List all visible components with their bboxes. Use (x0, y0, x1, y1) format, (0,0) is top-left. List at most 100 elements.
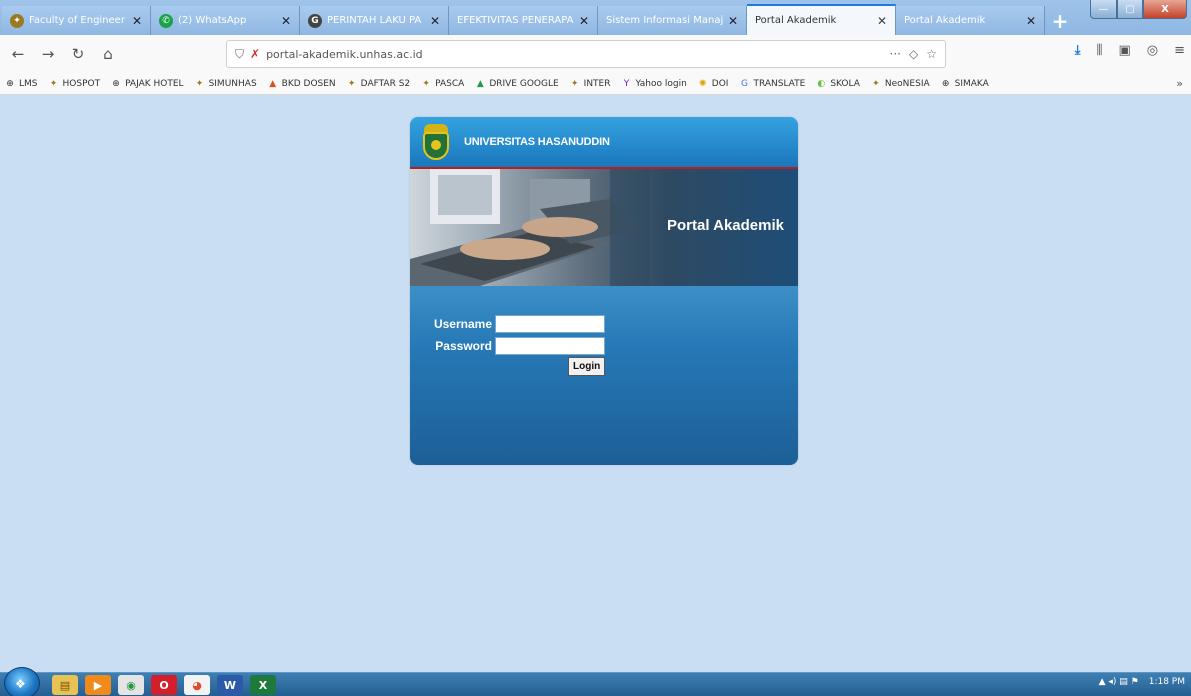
url-actions: ··· ◇ ☆ (890, 47, 937, 61)
bookmark-item[interactable]: ▲ BKD DOSEN (267, 78, 336, 90)
extension-icon[interactable]: ◎ (1147, 43, 1158, 58)
back-arrow-icon[interactable]: ← (6, 42, 30, 66)
tab-title: Portal Akademik (755, 15, 837, 26)
username-row: Username (410, 315, 605, 333)
page-actions-icon[interactable]: ··· (890, 47, 901, 61)
browser-tab[interactable]: ✆ (2) WhatsApp ✕ (151, 6, 300, 35)
browser-tab[interactable]: EFEKTIVITAS PENERAPA ✕ (449, 6, 598, 35)
university-crest-icon (422, 124, 450, 160)
bookmark-item[interactable]: ⊕ LMS (4, 78, 38, 90)
bookmark-item[interactable]: ✦ PASCA (420, 78, 464, 90)
tab-close-icon[interactable]: ✕ (577, 14, 591, 28)
url-text[interactable]: portal-akademik.unhas.ac.id (266, 48, 889, 61)
bookmark-label: DOI (711, 78, 729, 89)
bookmark-item[interactable]: ◐ SKOLA (815, 78, 860, 90)
taskbar-app-icon[interactable]: X (250, 675, 276, 695)
bookmark-label: DRIVE GOOGLE (489, 78, 559, 89)
bookmark-favicon-icon: ▲ (476, 78, 484, 89)
navigation-bar: ← → ↻ ⌂ ⛉ ✗ portal-akademik.unhas.ac.id … (0, 35, 1191, 73)
bookmark-label: BKD DOSEN (281, 78, 336, 89)
browser-tab[interactable]: Portal Akademik ✕ (896, 6, 1045, 35)
taskbar-app-icon[interactable]: W (217, 675, 243, 695)
bookmark-favicon-icon: ⊕ (6, 78, 14, 89)
portal-header: UNIVERSITAS HASANUDDIN (410, 117, 798, 169)
username-label: Username (433, 317, 492, 331)
browser-tab[interactable]: Sistem Informasi Manaj ✕ (598, 6, 747, 35)
page-content: UNIVERSITAS HASANUDDIN Portal Akademik U… (0, 95, 1191, 656)
username-input[interactable] (495, 315, 605, 333)
bookmark-favicon-icon: ✦ (49, 78, 58, 89)
tab-close-icon[interactable]: ✕ (279, 14, 293, 28)
bookmark-item[interactable]: G TRANSLATE (738, 78, 805, 90)
bookmark-favicon-icon: Y (623, 78, 630, 89)
maximize-button[interactable]: ▢ (1117, 0, 1143, 19)
sidebar-icon[interactable]: ▣ (1118, 43, 1130, 58)
toolbar-right: ⤓ ⫼ ▣ ◎ ≡ (1075, 43, 1185, 58)
login-panel: UNIVERSITAS HASANUDDIN Portal Akademik U… (410, 117, 798, 465)
taskbar-app-icon[interactable]: ◉ (118, 675, 144, 695)
menu-icon[interactable]: ≡ (1174, 43, 1185, 58)
bookmark-label: LMS (19, 78, 38, 89)
taskbar-app-icon[interactable]: ▶ (85, 675, 111, 695)
bookmark-item[interactable]: Y Yahoo login (621, 78, 687, 90)
tab-title: EFEKTIVITAS PENERAPA (457, 15, 574, 26)
bookmark-label: DAFTAR S2 (360, 78, 411, 89)
bookmark-label: Yahoo login (635, 78, 687, 89)
browser-tab[interactable]: G PERINTAH LAKU PA ✕ (300, 6, 449, 35)
bookmark-label: SIMUNHAS (208, 78, 257, 89)
close-window-button[interactable]: X (1143, 0, 1187, 19)
clock[interactable]: 1:18 PM (1149, 677, 1185, 687)
tab-strip: ✦ Faculty of Engineer ✕ ✆ (2) WhatsApp ✕ G PERI… (0, 0, 1191, 35)
login-button[interactable]: Login (568, 357, 606, 376)
tab-close-icon[interactable]: ✕ (726, 14, 740, 28)
browser-tab[interactable]: ✦ Faculty of Engineer ✕ (2, 6, 151, 35)
bookmark-item[interactable]: ✦ DAFTAR S2 (346, 78, 410, 90)
home-icon[interactable]: ⌂ (96, 42, 120, 66)
bookmark-label: NeoNESIA (884, 78, 930, 89)
insecure-lock-icon[interactable]: ✗ (250, 47, 260, 61)
reload-icon[interactable]: ↻ (66, 42, 90, 66)
taskbar-app-icon[interactable]: ▤ (52, 675, 78, 695)
minimize-button[interactable]: — (1090, 0, 1117, 19)
bookmark-favicon-icon: ✦ (570, 78, 579, 89)
downloads-icon[interactable]: ⤓ (1075, 43, 1081, 58)
shield-icon[interactable]: ⛉ (235, 47, 244, 62)
university-name: UNIVERSITAS HASANUDDIN (464, 136, 610, 148)
forward-arrow-icon[interactable]: → (36, 42, 60, 66)
bookmark-star-icon[interactable]: ☆ (926, 47, 937, 61)
library-icon[interactable]: ⫼ (1096, 43, 1102, 58)
password-input[interactable] (495, 337, 605, 355)
taskbar-app-icon[interactable]: O (151, 675, 177, 695)
banner-title: Portal Akademik (667, 217, 784, 234)
bookmark-item[interactable]: ✦ SIMUNHAS (194, 78, 257, 90)
tab-title: (2) WhatsApp (178, 15, 247, 26)
bookmark-item[interactable]: ✦ NeoNESIA (870, 78, 930, 90)
bookmark-item[interactable]: ✦ HOSPOT (48, 78, 100, 90)
new-tab-button[interactable]: + (1045, 6, 1075, 35)
tab-close-icon[interactable]: ✕ (1024, 14, 1038, 28)
tray-icons[interactable]: ▲ ◂) ▤ ⚑ (1099, 677, 1139, 687)
bookmarks-overflow-icon[interactable]: » (1176, 77, 1183, 90)
start-button[interactable]: ❖ (4, 667, 40, 696)
bookmark-item[interactable]: ⊕ SIMAKA (940, 78, 989, 90)
tab-close-icon[interactable]: ✕ (428, 14, 442, 28)
address-bar[interactable]: ⛉ ✗ portal-akademik.unhas.ac.id ··· ◇ ☆ (226, 40, 946, 68)
keyboard-photo (410, 169, 650, 286)
bookmark-item[interactable]: ▲ DRIVE GOOGLE (474, 78, 559, 90)
pocket-icon[interactable]: ◇ (909, 47, 918, 61)
bookmark-item[interactable]: ✦ INTER (569, 78, 611, 90)
bookmark-item[interactable]: ✺ DOI (697, 78, 729, 90)
tab-close-icon[interactable]: ✕ (130, 14, 144, 28)
browser-tab[interactable]: Portal Akademik ✕ (747, 4, 896, 35)
tab-list: ✦ Faculty of Engineer ✕ ✆ (2) WhatsApp ✕ G PERI… (0, 0, 1045, 35)
bookmark-label: INTER (583, 78, 611, 89)
bookmark-label: SIMAKA (954, 78, 989, 89)
portal-banner: Portal Akademik (410, 169, 798, 286)
tab-title: PERINTAH LAKU PA (327, 15, 422, 26)
taskbar-app-icon[interactable]: ◕ (184, 675, 210, 695)
tab-close-icon[interactable]: ✕ (875, 14, 889, 28)
password-label: Password (435, 339, 492, 353)
bookmark-favicon-icon: ✺ (699, 78, 707, 89)
bookmark-item[interactable]: ⊕ PAJAK HOTEL (110, 78, 183, 90)
login-form: Username Password Login (410, 286, 798, 465)
